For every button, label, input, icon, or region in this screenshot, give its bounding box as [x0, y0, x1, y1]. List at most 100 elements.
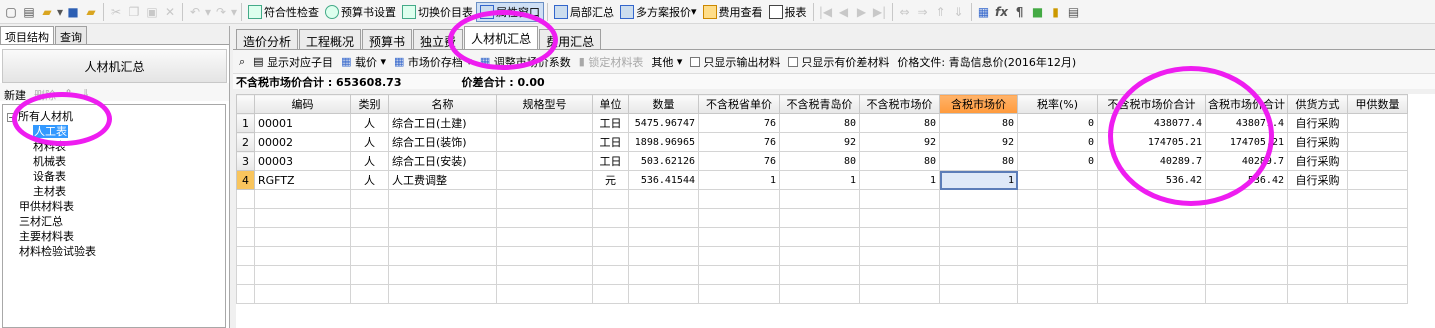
table-cell-unit[interactable]: 工日 — [592, 132, 629, 152]
tab-independent-fee[interactable]: 独立费 — [413, 29, 464, 49]
column-header[interactable]: 含税市场价合计 — [1205, 94, 1288, 114]
table-cell-prov-price[interactable]: 76 — [698, 113, 780, 133]
column-header[interactable]: 单位 — [592, 94, 629, 114]
budget-settings-button[interactable]: 预算书设置 — [322, 2, 399, 22]
table-cell-supply[interactable]: 自行采购 — [1287, 151, 1348, 171]
copy-icon[interactable]: ❐ — [125, 3, 143, 21]
table-cell-prov-price[interactable]: 76 — [698, 151, 780, 171]
table-cell-tax-market-price[interactable]: 80 — [939, 113, 1018, 133]
table-cell-market-total[interactable]: 438077.4 — [1097, 113, 1206, 133]
table-cell-qd-price[interactable]: 1 — [779, 170, 860, 190]
column-header[interactable]: 名称 — [388, 94, 497, 114]
tree-node-owner-supplied[interactable]: 甲供材料表 — [3, 199, 225, 214]
table-cell-category[interactable]: 人 — [350, 113, 389, 133]
table-cell-code[interactable]: 00003 — [254, 151, 351, 171]
table-cell-market-price[interactable]: 92 — [859, 132, 940, 152]
table-cell-tax-market-price[interactable]: 80 — [939, 151, 1018, 171]
table-cell-prov-price[interactable]: 76 — [698, 132, 780, 152]
table-cell-spec[interactable] — [496, 113, 593, 133]
table-cell-tax-market-total[interactable]: 174705.21 — [1205, 132, 1288, 152]
table-cell-unit[interactable]: 元 — [592, 170, 629, 190]
table-cell-tax-rate[interactable]: 0 — [1017, 113, 1098, 133]
tree-node-key-materials[interactable]: 主要材料表 — [3, 229, 225, 244]
delete-button[interactable]: 删除 — [34, 87, 56, 102]
table-cell-tax-market-total[interactable]: 536.42 — [1205, 170, 1288, 190]
table-cell-market-price[interactable]: 80 — [859, 113, 940, 133]
table-cell-a-supply-qty[interactable] — [1347, 151, 1408, 171]
properties-window-button[interactable]: 属性窗口 — [476, 1, 544, 22]
market-price-file-button[interactable]: ▦ 市场价存档 ▾ — [391, 54, 475, 70]
collapse-icon[interactable]: − — [7, 112, 16, 122]
table-cell-market-total[interactable]: 40289.7 — [1097, 151, 1206, 171]
table-cell-category[interactable]: 人 — [350, 170, 389, 190]
save-icon[interactable]: ■ — [64, 3, 82, 21]
table-cell-spec[interactable] — [496, 132, 593, 152]
table-cell-name[interactable]: 综合工日(装饰) — [388, 132, 497, 152]
table-cell-market-price[interactable]: 80 — [859, 151, 940, 171]
lock-material-button[interactable]: ▮ 锁定材料表 — [576, 54, 647, 70]
table-cell-spec[interactable] — [496, 170, 593, 190]
table-cell-qty[interactable]: 5475.96747 — [628, 113, 699, 133]
table-cell-tax-market-price[interactable]: 92 — [939, 132, 1018, 152]
table-cell-tax-market-total[interactable]: 438077.4 — [1205, 113, 1288, 133]
table-cell-name[interactable]: 人工费调整 — [388, 170, 497, 190]
table-cell-qd-price[interactable]: 80 — [779, 113, 860, 133]
table-cell-supply[interactable]: 自行采购 — [1287, 113, 1348, 133]
switch-price-table-button[interactable]: 切换价目表 — [399, 2, 476, 22]
undo-dropdown-icon[interactable]: ▾ — [204, 3, 212, 21]
table-row[interactable]: 2 00002 人综合工日(装饰) 工日 1898.96965 76 92 92 92 0 1747… — [236, 132, 1408, 152]
table-cell-unit[interactable]: 工日 — [592, 113, 629, 133]
tab-budget[interactable]: 预算书 — [362, 29, 413, 49]
table-cell-market-price[interactable]: 1 — [859, 170, 940, 190]
table-cell-a-supply-qty[interactable] — [1347, 132, 1408, 152]
prev-icon[interactable]: ◀ — [835, 3, 853, 21]
table-row[interactable]: 3 00003 人综合工日(安装) 工日 503.62126 76 80 80 80 0 40289… — [236, 151, 1408, 171]
paste-icon[interactable]: ▣ — [143, 3, 161, 21]
lock-icon[interactable]: ▮ — [1047, 3, 1065, 21]
table-cell-spec[interactable] — [496, 151, 593, 171]
table-cell-category[interactable]: 人 — [350, 132, 389, 152]
new-icon[interactable]: ▤ — [20, 3, 38, 21]
binoculars-icon[interactable]: ⌕ — [236, 55, 248, 69]
adjust-coeff-button[interactable]: ▦ 调整市场价系数 — [477, 54, 574, 70]
table-cell-code[interactable]: 00001 — [254, 113, 351, 133]
first-icon[interactable]: |◀ — [817, 3, 835, 21]
column-header[interactable]: 数量 — [628, 94, 699, 114]
table-cell-market-total[interactable]: 174705.21 — [1097, 132, 1206, 152]
tree-node-all[interactable]: − 所有人材机 — [3, 109, 225, 124]
arrow-left-right-icon[interactable]: ⇔ — [896, 3, 914, 21]
redo-icon[interactable]: ↷ — [212, 3, 230, 21]
other-menu-button[interactable]: 其他 ▾ — [648, 54, 685, 70]
tree-node-labor[interactable]: 人工表 — [3, 124, 225, 139]
tab-project-overview[interactable]: 工程概况 — [299, 29, 362, 49]
multi-scheme-quote-button[interactable]: 多方案报价 ▾ — [617, 2, 700, 22]
tree-node-main-materials[interactable]: 主材表 — [3, 184, 225, 199]
arrow-up-icon[interactable]: ⇑ — [64, 87, 73, 101]
only-output-materials-checkbox[interactable]: 只显示输出材料 — [687, 54, 783, 70]
table-row[interactable]: 4 RGFTZ 人人工费调整元 536.41544 1 1 1 1 536.42 536.42 自行… — [236, 170, 1408, 190]
table-cell-qty[interactable]: 1898.96965 — [628, 132, 699, 152]
partial-summary-button[interactable]: 局部汇总 — [551, 2, 617, 22]
table-cell-a-supply-qty[interactable] — [1347, 170, 1408, 190]
table-cell-tax-rate[interactable]: 0 — [1017, 132, 1098, 152]
column-header[interactable]: 不含税青岛价 — [779, 94, 860, 114]
paragraph-icon[interactable]: ¶ — [1011, 3, 1029, 21]
column-header[interactable]: 不含税市场价 — [859, 94, 940, 114]
last-icon[interactable]: ▶| — [871, 3, 889, 21]
table-cell-tax-rate[interactable]: 0 — [1017, 151, 1098, 171]
table-cell-supply[interactable]: 自行采购 — [1287, 132, 1348, 152]
table-cell-name[interactable]: 综合工日(安装) — [388, 151, 497, 171]
table-cell-qty[interactable]: 536.41544 — [628, 170, 699, 190]
table-cell-tax-market-total[interactable]: 40289.7 — [1205, 151, 1288, 171]
column-header[interactable]: 含税市场价 — [939, 94, 1018, 114]
table-cell-name[interactable]: 综合工日(土建) — [388, 113, 497, 133]
undo-icon[interactable]: ↶ — [186, 3, 204, 21]
folder-icon[interactable]: ▰ — [82, 3, 100, 21]
tree-node-three-materials[interactable]: 三材汇总 — [3, 214, 225, 229]
table-cell-qty[interactable]: 503.62126 — [628, 151, 699, 171]
arrow-right-icon[interactable]: ⇒ — [914, 3, 932, 21]
tree-node-machinery[interactable]: 机械表 — [3, 154, 225, 169]
arrow-up-icon[interactable]: ⇑ — [932, 3, 950, 21]
tree-node-material-testing[interactable]: 材料检验试验表 — [3, 244, 225, 259]
tab-cost-analysis[interactable]: 造价分析 — [236, 29, 299, 49]
